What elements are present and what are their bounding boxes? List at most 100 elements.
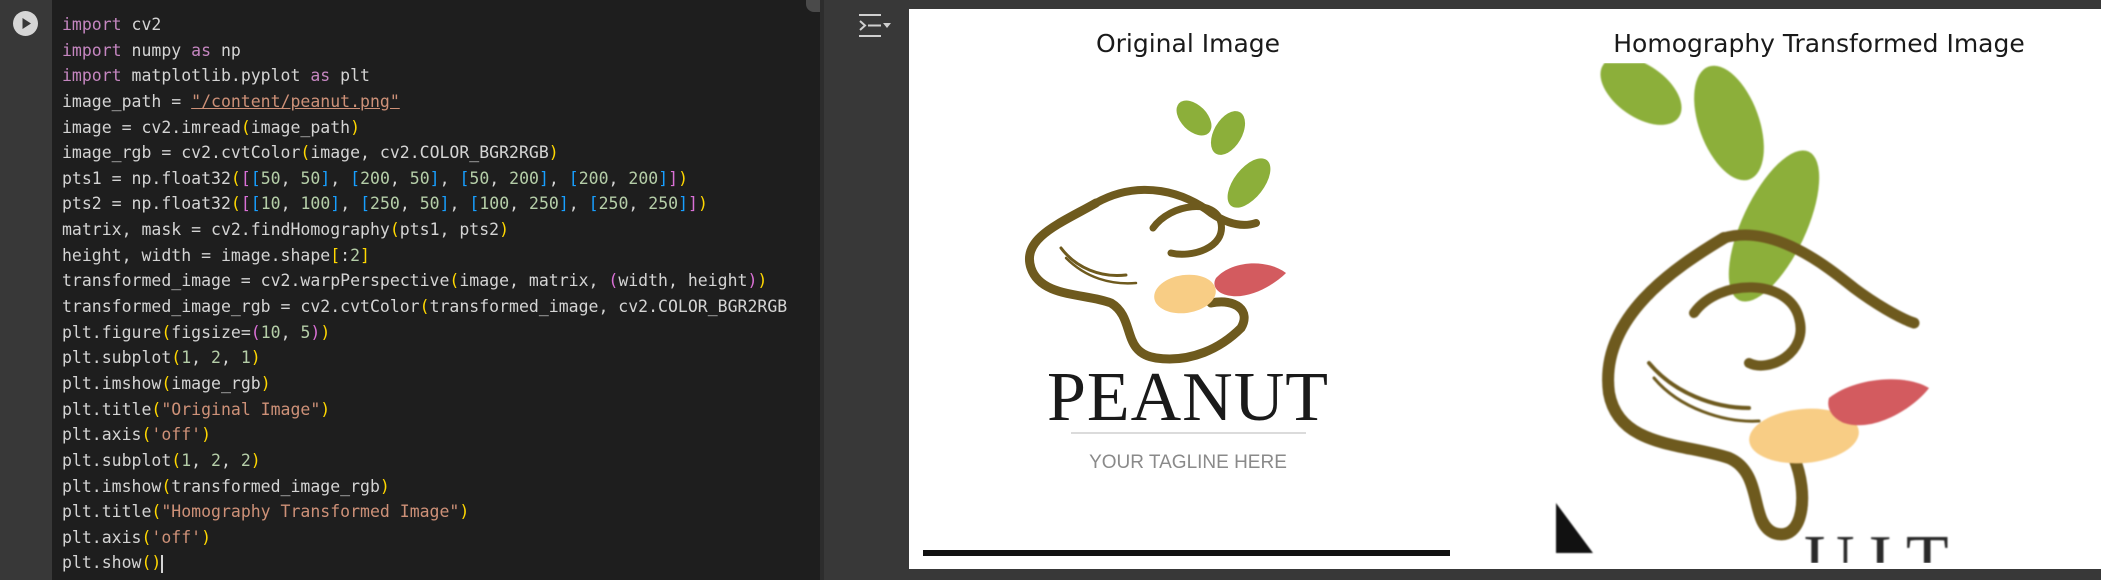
run-cell-button[interactable] bbox=[13, 11, 38, 36]
code-token: ( bbox=[419, 297, 430, 317]
code-token: [ bbox=[568, 168, 579, 188]
code-token: 1 bbox=[181, 348, 192, 368]
code-token: , bbox=[399, 194, 420, 214]
code-token: ] bbox=[678, 194, 689, 214]
code-token: import bbox=[62, 15, 122, 34]
code-token: image = cv2.imread bbox=[62, 117, 241, 137]
code-token: ] bbox=[538, 168, 549, 188]
code-token: ( bbox=[608, 271, 619, 291]
right-plot-title: Homography Transformed Image bbox=[1613, 29, 2025, 58]
code-token: ] bbox=[360, 245, 370, 265]
warped-partial-text: UIT bbox=[1804, 522, 1963, 563]
code-token: 'off' bbox=[151, 425, 202, 445]
code-token: 100 bbox=[300, 194, 331, 214]
code-token: ( bbox=[171, 348, 182, 368]
code-token: ( bbox=[141, 553, 152, 573]
code-token: height, width = image.shape bbox=[62, 245, 331, 265]
code-token: ) bbox=[320, 399, 331, 419]
code-token: , bbox=[439, 168, 460, 188]
code-line: transformed_image_rgb = cv2.cvtColor(tra… bbox=[62, 294, 787, 320]
code-token: transformed_image_rgb bbox=[171, 476, 380, 496]
code-token: 50 bbox=[469, 168, 490, 188]
code-token: 50 bbox=[419, 194, 440, 214]
code-token: "Homography Transformed Image" bbox=[161, 502, 460, 522]
output-toggle-button[interactable] bbox=[856, 10, 892, 42]
code-token: ) bbox=[250, 348, 261, 368]
code-token: ) bbox=[757, 271, 768, 291]
code-token: ) bbox=[548, 143, 559, 163]
code-token: image_rgb = cv2.cvtColor bbox=[62, 143, 301, 163]
code-token: ) bbox=[747, 271, 758, 291]
code-token: , bbox=[330, 168, 351, 188]
code-token: 2 bbox=[211, 348, 221, 368]
code-token: , bbox=[389, 168, 410, 188]
code-token: ) bbox=[697, 194, 708, 214]
code-token: , bbox=[608, 168, 629, 188]
original-image: PEANUT YOUR TAGLINE HERE bbox=[921, 63, 1451, 563]
code-token: 10 bbox=[260, 322, 281, 342]
peanut-seed-peach bbox=[1154, 274, 1216, 314]
code-token: 10 bbox=[260, 194, 281, 214]
code-token: cv2 bbox=[121, 15, 162, 34]
code-token: ( bbox=[389, 220, 400, 240]
code-token: 1 bbox=[240, 348, 251, 368]
code-token: ) bbox=[499, 220, 510, 240]
code-token: ) bbox=[201, 527, 212, 547]
code-line: image = cv2.imread(image_path) bbox=[62, 115, 787, 141]
code-token: 100 bbox=[479, 194, 510, 214]
code-token: transformed_image, cv2.COLOR_BGR2RGB bbox=[429, 297, 788, 317]
code-token: image, cv2.COLOR_BGR2RGB bbox=[310, 143, 549, 163]
code-token: image_path = bbox=[62, 91, 192, 111]
code-token: transformed_image_rgb = cv2.cvtColor bbox=[62, 297, 420, 317]
code-token: ( bbox=[141, 527, 152, 547]
code-token: 50 bbox=[260, 168, 281, 188]
code-token: : bbox=[340, 245, 351, 265]
code-token: [ bbox=[588, 194, 599, 214]
code-token: 1 bbox=[181, 450, 192, 470]
code-lines: import cv2 import numpy as np import matpl… bbox=[62, 12, 787, 576]
code-token: , bbox=[449, 194, 470, 214]
left-plot-title: Original Image bbox=[1095, 29, 1281, 58]
pane-divider[interactable] bbox=[820, 0, 824, 580]
code-token: [ bbox=[360, 194, 371, 214]
code-token: ] bbox=[320, 168, 331, 188]
code-token: "/content/peanut.png" bbox=[191, 91, 400, 111]
code-token: matplotlib.pyplot bbox=[121, 66, 311, 86]
code-line: plt.title("Original Image") bbox=[62, 397, 787, 423]
code-token: ] bbox=[668, 168, 679, 188]
code-token: ( bbox=[141, 425, 152, 445]
code-token: ) bbox=[320, 322, 331, 342]
code-token: 5 bbox=[300, 322, 311, 342]
code-token: [ bbox=[459, 168, 470, 188]
cell-gutter bbox=[0, 0, 52, 580]
code-token: ( bbox=[300, 143, 311, 163]
cell-output: Original Image Homography Transformed Im… bbox=[909, 9, 2101, 569]
code-token: ( bbox=[161, 322, 172, 342]
code-line: plt.imshow(transformed_image_rgb) bbox=[62, 474, 787, 500]
code-token: plt bbox=[330, 66, 370, 86]
code-token: , bbox=[340, 194, 361, 214]
warp-corner-black bbox=[1556, 503, 1593, 553]
code-line: import matplotlib.pyplot as plt bbox=[62, 63, 787, 89]
code-token: 'off' bbox=[151, 527, 202, 547]
code-token: ] bbox=[558, 194, 569, 214]
code-line: plt.imshow(image_rgb) bbox=[62, 371, 787, 397]
code-line: plt.subplot(1, 2, 1) bbox=[62, 345, 787, 371]
cell-corner bbox=[806, 0, 820, 12]
code-token: pts1 = np.float32 bbox=[62, 168, 231, 188]
code-token: ( bbox=[171, 450, 182, 470]
peanut-seed-red bbox=[1214, 263, 1286, 297]
code-token: plt.show bbox=[62, 553, 142, 573]
code-token: 250 bbox=[598, 194, 629, 214]
code-token: [ bbox=[330, 245, 341, 265]
code-editor[interactable]: import cv2 import numpy as np import matpl… bbox=[52, 0, 820, 580]
code-line: height, width = image.shape[:2] bbox=[62, 243, 787, 269]
code-token: 50 bbox=[300, 168, 321, 188]
code-token: ( bbox=[161, 476, 172, 496]
code-token: ) bbox=[260, 373, 271, 393]
code-token: plt.figure bbox=[62, 322, 162, 342]
code-token: ( bbox=[250, 322, 261, 342]
code-token: figsize= bbox=[171, 322, 251, 342]
code-token: plt.imshow bbox=[62, 373, 162, 393]
play-circle-icon bbox=[22, 18, 31, 29]
